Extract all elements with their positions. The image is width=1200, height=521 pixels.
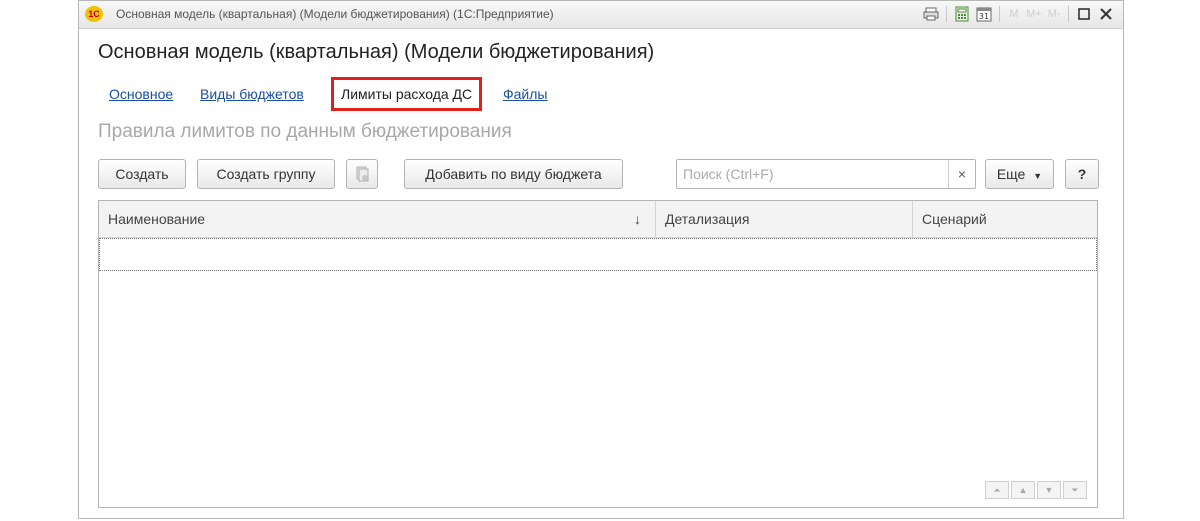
column-header-name[interactable]: Наименование ↓ <box>99 201 656 237</box>
search-box: × <box>676 159 976 189</box>
table-row[interactable] <box>99 238 1097 271</box>
create-button[interactable]: Создать <box>98 159 186 189</box>
column-header-detail[interactable]: Детализация <box>656 201 913 237</box>
create-group-button[interactable]: Создать группу <box>197 159 335 189</box>
calendar-icon[interactable]: 31 <box>975 5 993 23</box>
table-header: Наименование ↓ Детализация Сценарий <box>99 201 1097 238</box>
sort-descending-icon: ↓ <box>634 211 641 227</box>
memory-m-plus-icon[interactable]: M+ <box>1026 5 1042 23</box>
help-button[interactable]: ? <box>1065 159 1099 189</box>
search-input[interactable] <box>677 160 949 188</box>
copy-button[interactable] <box>346 159 378 189</box>
separator <box>946 6 947 22</box>
dropdown-arrow-icon: ▼ <box>1033 171 1043 181</box>
title-bar-icons: 31 M M+ M- <box>922 5 1115 23</box>
more-button[interactable]: Еще ▼ <box>985 159 1054 189</box>
tab-cash-limits[interactable]: Лимиты расхода ДС <box>331 77 483 111</box>
rules-table: Наименование ↓ Детализация Сценарий ⏶ ▲ … <box>98 200 1098 508</box>
section-title: Правила лимитов по данным бюджетирования <box>98 121 512 142</box>
tab-files[interactable]: Файлы <box>503 77 547 111</box>
memory-m-minus-icon[interactable]: M- <box>1046 5 1062 23</box>
scroll-down-icon[interactable]: ▼ <box>1037 481 1061 499</box>
tab-main[interactable]: Основное <box>109 77 173 111</box>
add-by-budget-type-button[interactable]: Добавить по виду бюджета <box>404 159 623 189</box>
close-icon[interactable] <box>1097 5 1115 23</box>
scroll-up-icon[interactable]: ▲ <box>1011 481 1035 499</box>
title-bar: 1С Основная модель (квартальная) (Модели… <box>79 1 1123 29</box>
column-header-name-label: Наименование <box>108 211 206 227</box>
scroll-top-icon[interactable]: ⏶ <box>985 481 1009 499</box>
app-logo: 1С <box>85 6 103 22</box>
separator <box>999 6 1000 22</box>
maximize-icon[interactable] <box>1075 5 1093 23</box>
scroll-bottom-icon[interactable]: ⏷ <box>1063 481 1087 499</box>
copy-icon <box>356 166 369 182</box>
tab-budget-types[interactable]: Виды бюджетов <box>200 77 304 111</box>
svg-text:31: 31 <box>979 12 989 21</box>
separator <box>1068 6 1069 22</box>
memory-m-icon[interactable]: M <box>1006 5 1022 23</box>
column-header-scenario[interactable]: Сценарий <box>913 201 1097 237</box>
form-title: Основная модель (квартальная) (Модели бю… <box>98 41 655 63</box>
app-window: 1С Основная модель (квартальная) (Модели… <box>78 0 1124 519</box>
more-label: Еще <box>996 166 1026 182</box>
window-title: Основная модель (квартальная) (Модели бю… <box>116 7 554 21</box>
table-pager: ⏶ ▲ ▼ ⏷ <box>985 481 1087 499</box>
print-icon[interactable] <box>922 5 940 23</box>
calculator-icon[interactable] <box>953 5 971 23</box>
clear-icon[interactable]: × <box>948 160 975 188</box>
